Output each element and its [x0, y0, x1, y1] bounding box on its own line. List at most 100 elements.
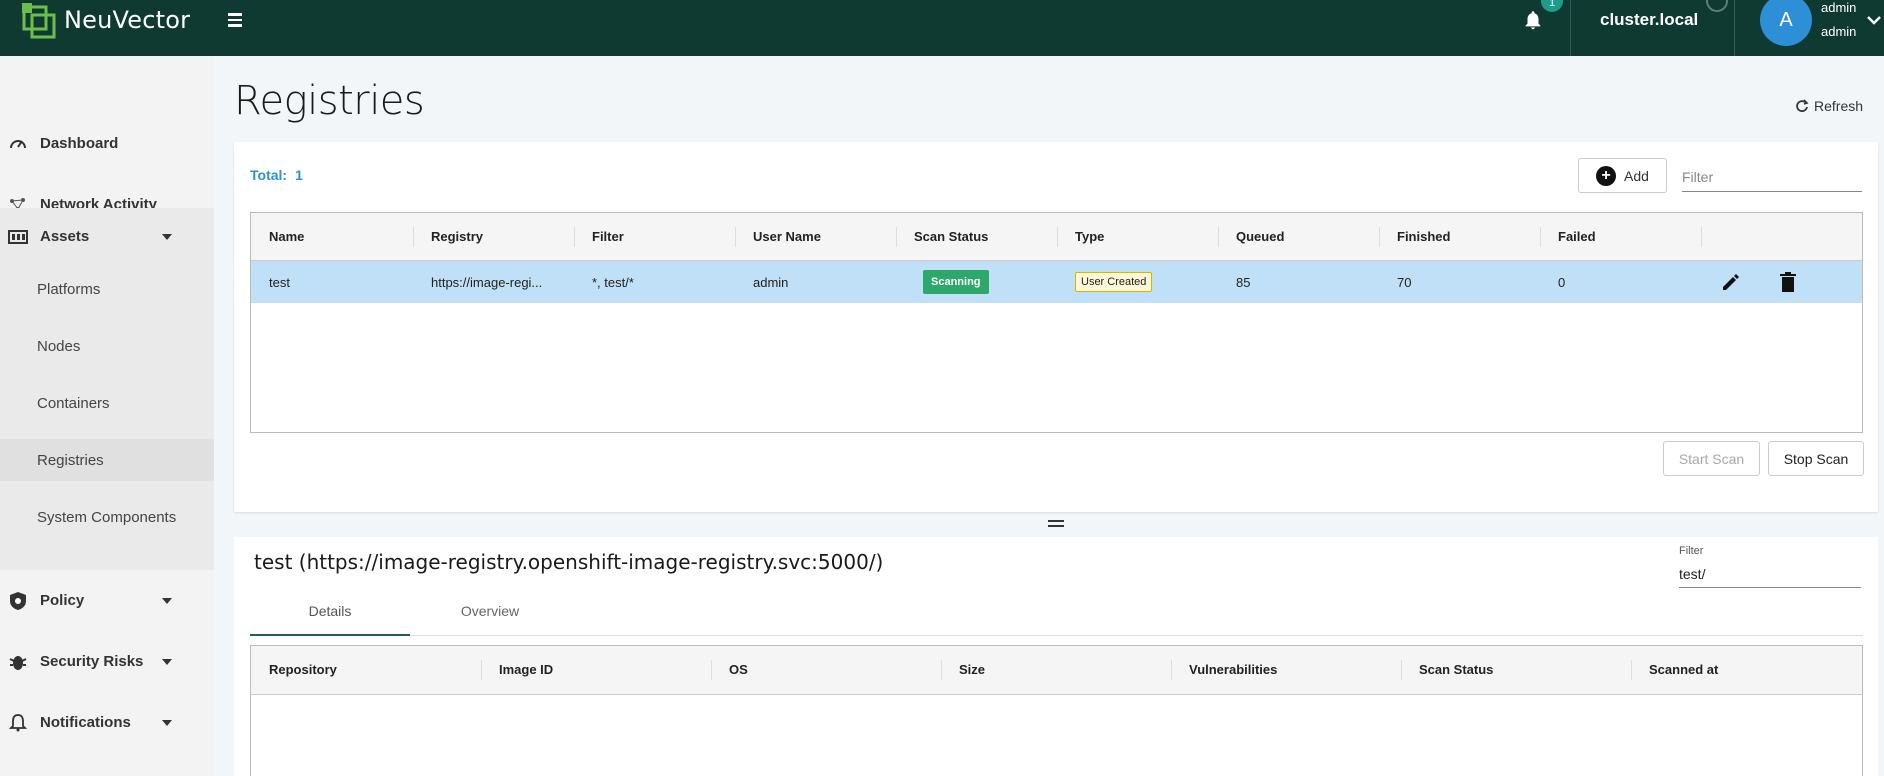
- table-row[interactable]: test https://image-regi... *, test/* adm…: [251, 261, 1862, 303]
- assets-icon: [8, 229, 28, 244]
- neuvector-logo[interactable]: NeuVector: [20, 0, 190, 40]
- cell-user-name: admin: [753, 275, 789, 290]
- sidebar-item-label: Assets: [40, 228, 90, 245]
- user-name: admin: [1821, 0, 1857, 15]
- trash-icon[interactable]: [1779, 271, 1797, 293]
- table-header: Name Registry Filter User Name Scan Stat…: [251, 213, 1862, 261]
- column-separator: [1631, 660, 1632, 680]
- sidebar: Dashboard Network Activity Assets Platfo…: [0, 56, 214, 776]
- chevron-down-icon[interactable]: [1866, 14, 1882, 26]
- column-separator: [1401, 660, 1402, 680]
- sidebar-item-system-components[interactable]: System Components: [0, 496, 214, 538]
- sidebar-item-label: Security Risks: [40, 653, 144, 670]
- neuvector-logo-icon: [22, 3, 56, 39]
- sidebar-item-registries[interactable]: Registries: [0, 439, 214, 481]
- resize-handle-icon[interactable]: [1048, 520, 1064, 530]
- start-scan-button[interactable]: Start Scan: [1663, 441, 1760, 476]
- refresh-icon: [1796, 99, 1809, 112]
- assets-group: Assets Platforms Nodes Containers Regist…: [0, 208, 214, 570]
- column-separator: [574, 227, 575, 247]
- column-header[interactable]: Image ID: [499, 662, 553, 677]
- tab-overview[interactable]: Overview: [410, 596, 570, 636]
- column-header[interactable]: Scan Status: [914, 229, 988, 244]
- sidebar-item-label: System Components: [37, 508, 177, 526]
- column-header[interactable]: Scan Status: [1419, 662, 1493, 677]
- speedometer-icon: [10, 139, 26, 148]
- caret-down-icon: [162, 719, 172, 726]
- column-header[interactable]: Size: [959, 662, 985, 677]
- refresh-label: Refresh: [1814, 98, 1864, 114]
- registry-detail-title: test (https://image-registry.openshift-i…: [254, 550, 884, 574]
- registry-filter-input[interactable]: [1682, 162, 1862, 192]
- cluster-selector[interactable]: cluster.local: [1600, 10, 1698, 30]
- user-role: admin: [1821, 24, 1857, 39]
- detail-filter-input[interactable]: [1679, 560, 1861, 588]
- notification-bell-icon[interactable]: [1522, 8, 1544, 32]
- column-separator: [735, 227, 736, 247]
- menu-toggle-icon[interactable]: [228, 8, 244, 32]
- shield-icon: [10, 591, 26, 610]
- app-name: NeuVector: [64, 6, 191, 34]
- sidebar-item-assets[interactable]: Assets: [0, 208, 214, 265]
- column-header[interactable]: User Name: [753, 229, 821, 244]
- column-separator: [481, 660, 482, 680]
- column-header[interactable]: Scanned at: [1649, 662, 1718, 677]
- sidebar-item-nodes[interactable]: Nodes: [0, 325, 214, 367]
- column-separator: [1379, 227, 1380, 247]
- column-separator: [711, 660, 712, 680]
- stop-scan-button[interactable]: Stop Scan: [1768, 441, 1864, 476]
- sidebar-item-containers[interactable]: Containers: [0, 382, 214, 424]
- caret-down-icon: [162, 233, 172, 240]
- registries-table: Name Registry Filter User Name Scan Stat…: [250, 212, 1863, 433]
- tab-details[interactable]: Details: [250, 596, 410, 636]
- column-header[interactable]: Failed: [1558, 229, 1596, 244]
- type-badge: User Created: [1075, 272, 1153, 292]
- total-label: Total:: [250, 167, 288, 183]
- sidebar-item-label: Notifications: [40, 714, 131, 731]
- cell-queued: 85: [1236, 275, 1251, 290]
- images-table: Repository Image ID OS Size Vulnerabilit…: [250, 645, 1863, 776]
- column-header[interactable]: Type: [1075, 229, 1104, 244]
- column-separator: [1218, 227, 1219, 247]
- total-count: Total: 1: [250, 167, 303, 183]
- cell-name: test: [269, 275, 290, 290]
- sidebar-item-policy[interactable]: Policy: [0, 572, 214, 629]
- sidebar-item-security-risks[interactable]: Security Risks: [0, 633, 214, 690]
- total-value: 1: [295, 167, 303, 183]
- avatar[interactable]: A: [1760, 0, 1812, 46]
- column-header[interactable]: Queued: [1236, 229, 1284, 244]
- topbar-divider: [1734, 0, 1735, 56]
- column-header[interactable]: Vulnerabilities: [1189, 662, 1277, 677]
- sidebar-item-label: Dashboard: [40, 135, 119, 152]
- column-header[interactable]: Name: [269, 229, 304, 244]
- sidebar-item-notifications[interactable]: Notifications: [0, 694, 214, 751]
- column-header[interactable]: OS: [729, 662, 748, 677]
- page-title: Registries: [234, 78, 425, 124]
- edit-pencil-icon[interactable]: [1721, 272, 1741, 292]
- sidebar-item-label: Registries: [37, 451, 104, 469]
- caret-down-icon: [162, 658, 172, 665]
- column-header[interactable]: Registry: [431, 229, 483, 244]
- refresh-button[interactable]: Refresh: [1795, 98, 1863, 114]
- column-header[interactable]: Repository: [269, 662, 337, 677]
- column-separator: [896, 227, 897, 247]
- sidebar-item-label: Platforms: [37, 280, 101, 298]
- column-header[interactable]: Finished: [1397, 229, 1450, 244]
- bug-icon: [9, 655, 27, 670]
- detail-tabs: Details Overview: [250, 596, 1863, 636]
- column-separator: [1171, 660, 1172, 680]
- table-header: Repository Image ID OS Size Vulnerabilit…: [251, 646, 1862, 695]
- scan-status-badge: Scanning: [923, 270, 989, 294]
- add-label: Add: [1624, 167, 1649, 184]
- add-circle-icon: +: [1596, 165, 1617, 186]
- column-separator: [1701, 227, 1702, 247]
- help-icon[interactable]: [1706, 0, 1728, 12]
- sidebar-item-platforms[interactable]: Platforms: [0, 268, 214, 310]
- cell-failed: 0: [1558, 275, 1566, 290]
- add-registry-button[interactable]: + Add: [1578, 158, 1667, 193]
- sidebar-item-dashboard[interactable]: Dashboard: [0, 115, 214, 172]
- column-header[interactable]: Filter: [592, 229, 624, 244]
- column-separator: [1540, 227, 1541, 247]
- sidebar-item-label: Policy: [40, 592, 85, 609]
- column-separator: [413, 227, 414, 247]
